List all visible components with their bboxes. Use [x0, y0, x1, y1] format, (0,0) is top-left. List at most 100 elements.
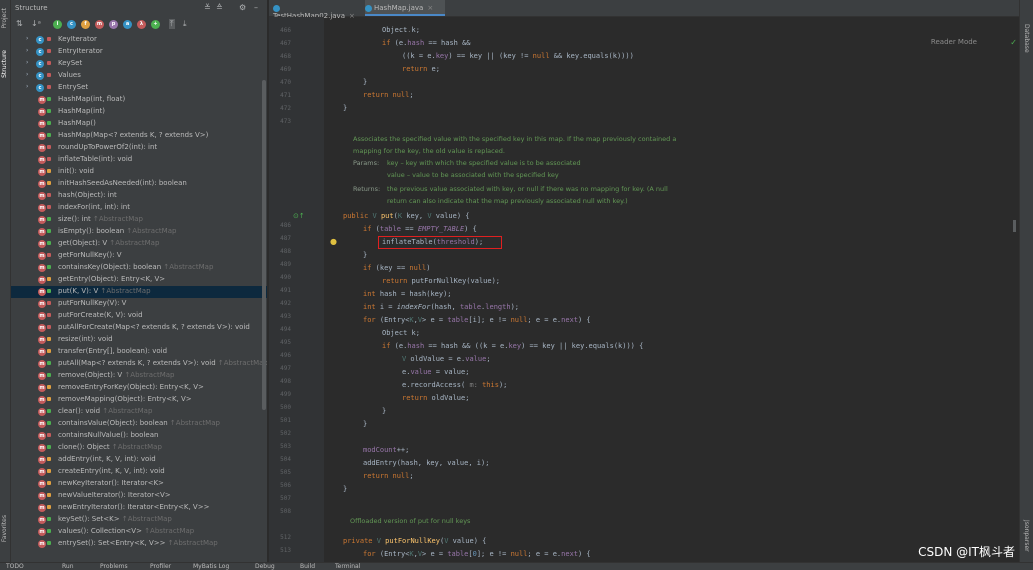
structure-tool-tab[interactable]: Structure [1, 50, 8, 78]
tree-method-item[interactable]: m createEntry(int, K, V, int): void [11, 466, 267, 478]
tree-method-item[interactable]: m inflateTable(int): void [11, 154, 267, 166]
tree-method-item[interactable]: m roundUpToPowerOf2(int): int [11, 142, 267, 154]
line-number: 500 [280, 404, 291, 411]
line-number: 496 [280, 352, 291, 359]
editor-scrollbar-thumb[interactable] [1013, 220, 1016, 232]
tree-method-item[interactable]: m putForNullKey(V): V [11, 298, 267, 310]
chevron-right-icon[interactable]: › [26, 83, 28, 90]
bottom-tool-problems[interactable]: Problems [100, 563, 128, 570]
database-tool-tab[interactable]: Database [1023, 24, 1030, 53]
tree-item-label: init(): void [58, 167, 94, 175]
tree-item-label: putForNullKey(V): V [58, 299, 127, 307]
tree-class-item[interactable]: › c EntrySet [11, 82, 267, 94]
collapse-all-icon[interactable]: ≙ [216, 3, 223, 12]
tree-method-item[interactable]: m transfer(Entry[], boolean): void [11, 346, 267, 358]
project-tool-tab[interactable]: Project [1, 8, 8, 29]
show-properties-icon[interactable]: p [109, 20, 118, 29]
chevron-right-icon[interactable]: › [26, 71, 28, 78]
code-line: for (Entry<K,V> e = table[i]; e != null;… [363, 316, 591, 324]
show-public-icon[interactable]: + [151, 20, 160, 29]
tree-method-item[interactable]: m putForCreate(K, V): void [11, 310, 267, 322]
tree-class-item[interactable]: › c KeySet [11, 58, 267, 70]
tree-method-item[interactable]: m get(Object): V ↑AbstractMap [11, 238, 267, 250]
reader-mode-button[interactable]: Reader Mode [931, 38, 977, 46]
bottom-tool-todo[interactable]: TODO [6, 563, 24, 570]
tree-method-item[interactable]: m HashMap(int, float) [11, 94, 267, 106]
tree-method-item[interactable]: m getForNullKey(): V [11, 250, 267, 262]
bottom-tool-profiler[interactable]: Profiler [150, 563, 171, 570]
tree-method-item[interactable]: m containsNullValue(): boolean [11, 430, 267, 442]
jsonparser-tool-tab[interactable]: Jsonparser [1023, 520, 1030, 552]
tree-method-item[interactable]: m keySet(): Set<K> ↑AbstractMap [11, 514, 267, 526]
method-icon: m [38, 408, 46, 416]
tab-testhashmap02[interactable]: TestHashMap02.java × [273, 0, 361, 20]
tree-method-item[interactable]: m HashMap(Map<? extends K, ? extends V>) [11, 130, 267, 142]
code-line: Object k; [382, 26, 420, 34]
structure-scrollbar[interactable] [262, 80, 266, 410]
tree-method-item[interactable]: m isEmpty(): boolean ↑AbstractMap [11, 226, 267, 238]
tree-method-item[interactable]: m putAllForCreate(Map<? extends K, ? exte… [11, 322, 267, 334]
tree-method-item[interactable]: m remove(Object): V ↑AbstractMap [11, 370, 267, 382]
tree-method-item[interactable]: m HashMap() [11, 118, 267, 130]
chevron-right-icon[interactable]: › [26, 35, 28, 42]
show-lambdas-icon[interactable]: λ [137, 20, 146, 29]
show-fields-icon[interactable]: f [81, 20, 90, 29]
tree-method-item[interactable]: m removeEntryForKey(Object): Entry<K, V> [11, 382, 267, 394]
minimize-icon[interactable]: – [254, 3, 258, 12]
favorites-tool-tab[interactable]: Favorites [1, 515, 8, 542]
show-classes-icon[interactable]: c [67, 20, 76, 29]
inspection-ok-icon[interactable]: ✓ [1010, 38, 1017, 47]
override-gutter-icon[interactable]: ⊙↑ [293, 212, 305, 220]
tree-class-item[interactable]: › c KeyIterator [11, 34, 267, 46]
code-line: if (key == null) [363, 264, 431, 272]
chevron-right-icon[interactable]: › [26, 59, 28, 66]
tree-method-item[interactable]: m size(): int ↑AbstractMap [11, 214, 267, 226]
tree-method-item[interactable]: m indexFor(int, int): int [11, 202, 267, 214]
sort-by-visibility-icon[interactable]: ⇅ [16, 19, 23, 28]
tree-class-item[interactable]: › c Values [11, 70, 267, 82]
lightbulb-icon[interactable]: ● [330, 237, 337, 246]
code-editor[interactable]: Reader Mode ✓ ... Object k; if (e.hash =… [324, 17, 1019, 562]
tree-method-item[interactable]: m values(): Collection<V> ↑AbstractMap [11, 526, 267, 538]
show-inherited-icon[interactable]: i [53, 20, 62, 29]
tree-method-item[interactable]: m newEntryIterator(): Iterator<Entry<K, V… [11, 502, 267, 514]
tree-method-item[interactable]: m removeMapping(Object): Entry<K, V> [11, 394, 267, 406]
show-methods-icon[interactable]: m [95, 20, 104, 29]
bottom-tool-run[interactable]: Run [62, 563, 74, 570]
tree-class-item[interactable]: › c EntryIterator [11, 46, 267, 58]
gear-icon[interactable]: ⚙ [239, 3, 246, 12]
autoscroll-to-source-icon[interactable]: ⤒ [169, 19, 175, 29]
tree-method-item[interactable]: m clone(): Object ↑AbstractMap [11, 442, 267, 454]
tree-method-item[interactable]: m newKeyIterator(): Iterator<K> [11, 478, 267, 490]
close-icon[interactable]: × [427, 4, 433, 12]
tree-method-item[interactable]: m containsValue(Object): boolean ↑Abstrac… [11, 418, 267, 430]
inherited-from-label: ↑AbstractMap [100, 407, 153, 415]
bottom-tool-mybatis-log[interactable]: MyBatis Log [193, 563, 229, 570]
chevron-right-icon[interactable]: › [26, 47, 28, 54]
bottom-tool-build[interactable]: Build [300, 563, 315, 570]
tree-method-item[interactable]: m init(): void [11, 166, 267, 178]
sort-alpha-icon[interactable]: ↓ᵃ [31, 19, 41, 28]
tree-method-item[interactable]: m newValueIterator(): Iterator<V> [11, 490, 267, 502]
bottom-tool-terminal[interactable]: Terminal [335, 563, 360, 570]
tree-method-item[interactable]: m getEntry(Object): Entry<K, V> [11, 274, 267, 286]
tree-method-item[interactable]: m initHashSeedAsNeeded(int): boolean [11, 178, 267, 190]
tree-method-item[interactable]: m containsKey(Object): boolean ↑AbstractM… [11, 262, 267, 274]
tree-method-item[interactable]: m putAll(Map<? extends K, ? extends V>): … [11, 358, 267, 370]
expand-all-icon[interactable]: ≚ [204, 3, 211, 12]
tree-method-item[interactable]: m hash(Object): int [11, 190, 267, 202]
tab-hashmap[interactable]: HashMap.java × [365, 0, 445, 16]
tree-method-item[interactable]: m clear(): void ↑AbstractMap [11, 406, 267, 418]
line-number: 495 [280, 339, 291, 346]
tree-item-label: HashMap(int, float) [58, 95, 126, 103]
tree-method-item[interactable]: m entrySet(): Set<Entry<K, V>> ↑AbstractM… [11, 538, 267, 550]
visibility-icon [47, 541, 51, 545]
tree-method-item[interactable]: m HashMap(int) [11, 106, 267, 118]
tree-item-label: containsNullValue(): boolean [58, 431, 159, 439]
autoscroll-from-source-icon[interactable]: ⤓ [183, 19, 187, 29]
tree-method-item[interactable]: m addEntry(int, K, V, int): void [11, 454, 267, 466]
show-anonymous-icon[interactable]: a [123, 20, 132, 29]
tree-method-item[interactable]: m put(K, V): V ↑AbstractMap [11, 286, 267, 298]
bottom-tool-debug[interactable]: Debug [255, 563, 275, 570]
tree-method-item[interactable]: m resize(int): void [11, 334, 267, 346]
